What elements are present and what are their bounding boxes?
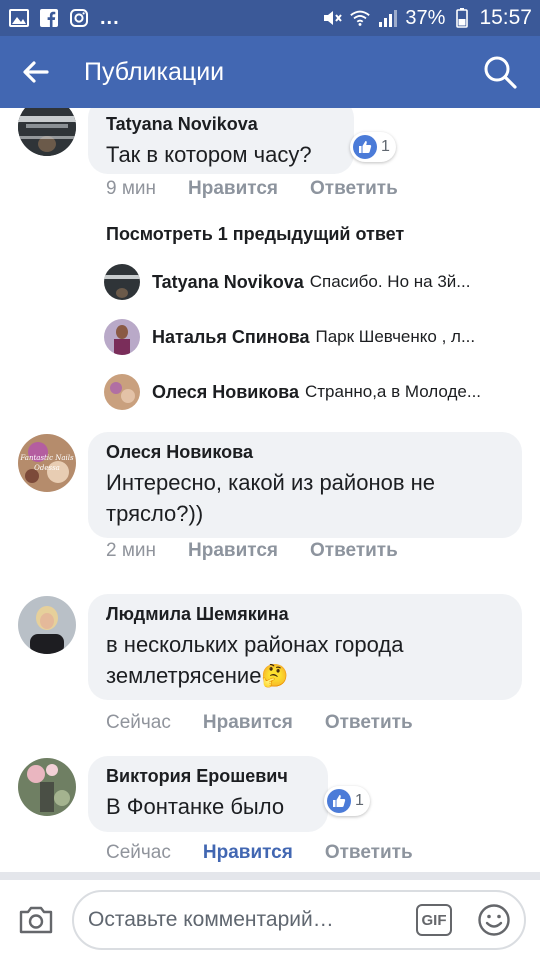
reply-text: Странно,а в Молоде... — [304, 382, 482, 401]
like-button[interactable]: Нравится — [188, 540, 278, 562]
comment-author[interactable]: Олеся Новикова — [106, 442, 506, 463]
comment-meta: 9 мин Нравится Ответить — [106, 178, 398, 200]
comment-meta: Сейчас Нравится Ответить — [106, 712, 413, 734]
avatar — [104, 319, 140, 355]
like-icon — [353, 135, 377, 159]
comment-bubble: Олеся Новикова Интересно, какой из район… — [88, 432, 522, 538]
app-bar: Публикации — [0, 36, 540, 108]
comment-time: 2 мин — [106, 540, 157, 561]
avatar[interactable] — [18, 596, 76, 654]
comment-input[interactable] — [72, 890, 526, 950]
emoji-icon — [478, 904, 510, 936]
comments-list: Tatyana Novikova Так в котором часу? 1 9… — [0, 108, 540, 872]
like-count: 1 — [381, 138, 390, 155]
comment-author[interactable]: Людмила Шемякина — [106, 604, 506, 625]
comment-text: В Фонтанке было — [106, 794, 285, 819]
facebook-icon — [38, 8, 60, 28]
screen: ... 37% 15:57 Публикации Tatyana Novikov… — [0, 0, 540, 960]
like-button[interactable]: Нравится — [203, 712, 293, 734]
comment-author[interactable]: Tatyana Novikova — [106, 114, 338, 135]
page-title: Публикации — [84, 57, 225, 86]
back-button[interactable] — [0, 36, 70, 108]
comment-text: в нескольких районах города землетрясени… — [106, 632, 404, 688]
avatar[interactable] — [18, 108, 76, 156]
like-count: 1 — [355, 792, 364, 809]
status-bar: ... 37% 15:57 — [0, 0, 540, 36]
reply-button[interactable]: Ответить — [310, 178, 398, 200]
comment-time: Сейчас — [106, 712, 171, 733]
comment-text: Интересно, какой из районов не трясло?)) — [106, 470, 436, 526]
emoji-button[interactable] — [476, 902, 512, 938]
comment-text: Так в котором часу? — [106, 142, 312, 167]
instagram-icon — [68, 8, 90, 28]
search-button[interactable] — [478, 50, 522, 94]
comment-meta: 2 мин Нравится Ответить — [106, 540, 398, 562]
avatar — [104, 264, 140, 300]
reply-button[interactable]: Ответить — [325, 712, 413, 734]
avatar[interactable] — [18, 758, 76, 816]
reply-item[interactable]: Tatyana Novikova Спасибо. Но на 3й... — [104, 262, 524, 302]
reply-item[interactable]: Наталья Спинова Парк Шевченко , л... — [104, 317, 524, 357]
camera-button[interactable] — [16, 900, 56, 940]
search-icon — [484, 56, 517, 89]
comment-meta: Сейчас Нравится Ответить — [106, 842, 413, 864]
reply-button[interactable]: Ответить — [325, 842, 413, 864]
reaction-count[interactable]: 1 — [350, 132, 396, 162]
view-previous-replies[interactable]: Посмотреть 1 предыдущий ответ — [106, 224, 404, 245]
comment-time: 9 мин — [106, 178, 157, 199]
reply-text: Спасибо. Но на 3й... — [309, 272, 471, 291]
comment-time: Сейчас — [106, 842, 171, 863]
signal-icon — [377, 8, 399, 28]
svg-text:Odessa: Odessa — [34, 464, 60, 472]
comment-bubble: Tatyana Novikova Так в котором часу? — [88, 108, 354, 174]
gallery-icon — [8, 8, 30, 28]
like-button[interactable]: Нравится — [203, 842, 293, 864]
reply-item[interactable]: Олеся Новикова Странно,а в Молоде... — [104, 372, 524, 412]
comment-bubble: Людмила Шемякина в нескольких районах го… — [88, 594, 522, 700]
reply-author: Олеся Новикова — [152, 381, 299, 402]
avatar — [104, 374, 140, 410]
more-notifications: ... — [100, 6, 120, 29]
reply-text: Парк Шевченко , л... — [315, 327, 476, 346]
reply-button[interactable]: Ответить — [310, 540, 398, 562]
back-arrow-icon — [23, 61, 49, 83]
camera-icon — [19, 906, 53, 934]
avatar-logo-text: Fantastic Nails — [19, 454, 74, 462]
avatar[interactable]: Fantastic Nails Odessa — [18, 434, 76, 492]
comment-composer: GIF — [0, 880, 540, 960]
wifi-icon — [349, 8, 371, 28]
clock: 15:57 — [479, 6, 532, 29]
like-button[interactable]: Нравится — [188, 178, 278, 200]
gif-button[interactable]: GIF — [416, 904, 452, 936]
composer-divider — [0, 872, 540, 880]
reply-author: Tatyana Novikova — [152, 271, 304, 292]
reaction-count[interactable]: 1 — [324, 786, 370, 816]
reply-author: Наталья Спинова — [152, 326, 310, 347]
comment-author[interactable]: Виктория Ерошевич — [106, 766, 312, 787]
mute-icon — [321, 8, 343, 28]
battery-percent: 37% — [405, 6, 446, 29]
like-icon — [327, 789, 351, 813]
comment-bubble: Виктория Ерошевич В Фонтанке было — [88, 756, 328, 832]
battery-icon — [451, 8, 473, 28]
